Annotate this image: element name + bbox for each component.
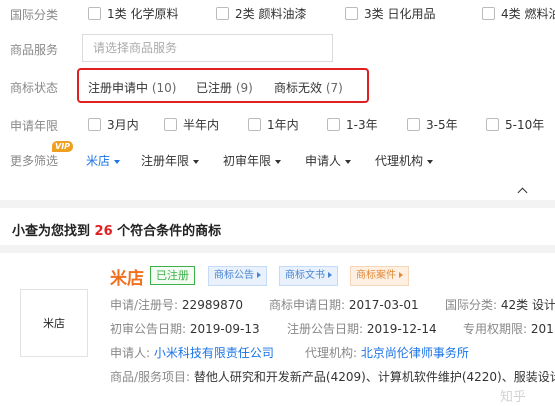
intl-class: 国际分类: 42类 设计: [445, 298, 555, 312]
years-option-3-5y[interactable]: 3-5年: [407, 116, 458, 133]
checkbox[interactable]: [216, 7, 229, 20]
exclusive-period: 专用权期限: 201: [463, 322, 554, 336]
agency-link[interactable]: 北京尚伦律师事务所: [361, 346, 469, 360]
reg-number: 申请/注册号: 22989870: [110, 298, 243, 312]
checkbox[interactable]: [407, 118, 420, 131]
section-divider: [0, 200, 555, 208]
caret-down-icon: [114, 159, 121, 164]
years-option-3m[interactable]: 3月内: [88, 116, 139, 133]
caret-down-icon: [345, 159, 352, 164]
years-option-5-10y[interactable]: 5-10年: [486, 116, 544, 133]
vip-badge: VIP: [52, 141, 74, 152]
dropdown-prelim-years[interactable]: 初审年限: [223, 152, 282, 169]
dropdown-reg-years[interactable]: 注册年限: [141, 152, 200, 169]
years-option-1-3y[interactable]: 1-3年: [327, 116, 378, 133]
checkbox[interactable]: [248, 118, 261, 131]
trademark-name[interactable]: 米店: [110, 264, 144, 289]
more-filters-label: 更多筛选: [10, 154, 59, 168]
years-option-6m[interactable]: 半年内: [164, 116, 219, 133]
caret-down-icon: [193, 159, 200, 164]
checkbox[interactable]: [88, 7, 101, 20]
section-divider: [0, 245, 555, 253]
checkbox[interactable]: [345, 7, 358, 20]
arrow-right-icon: [328, 272, 332, 278]
checkbox[interactable]: [327, 118, 340, 131]
arrow-right-icon: [257, 272, 261, 278]
tag-cases[interactable]: 商标案件: [350, 266, 409, 286]
agency: 代理机构: 北京尚伦律师事务所: [305, 346, 469, 360]
tag-documents[interactable]: 商标文书: [279, 266, 338, 286]
checkbox[interactable]: [482, 7, 495, 20]
results-summary: 小查为您找到 26 个符合条件的商标: [12, 224, 222, 239]
watermark: 知乎: [500, 390, 527, 405]
dropdown-shop[interactable]: 米店: [86, 152, 121, 169]
trademark-logo[interactable]: 米店: [20, 289, 88, 357]
checkbox[interactable]: [486, 118, 499, 131]
years-label: 申请年限: [10, 119, 59, 133]
collapse-chevron-icon[interactable]: [517, 187, 528, 198]
applicant-link[interactable]: 小米科技有限责任公司: [154, 346, 274, 360]
status-badge: 已注册: [150, 266, 195, 285]
status-label: 商标状态: [10, 81, 59, 95]
status-option-registered[interactable]: 已注册 (9): [196, 79, 253, 96]
service-label: 商品服务: [10, 43, 59, 57]
caret-down-icon: [427, 159, 434, 164]
category-option-2[interactable]: 2类 颜料油漆: [216, 5, 306, 22]
category-option-3[interactable]: 3类 日化用品: [345, 5, 435, 22]
tag-announcement[interactable]: 商标公告: [208, 266, 267, 286]
service-select[interactable]: 请选择商品服务: [82, 34, 333, 62]
dropdown-agency[interactable]: 代理机构: [375, 152, 434, 169]
dropdown-applicant[interactable]: 申请人: [305, 152, 352, 169]
status-option-invalid[interactable]: 商标无效 (7): [274, 79, 343, 96]
category-option-4[interactable]: 4类 燃料油: [482, 5, 555, 22]
category-option-1[interactable]: 1类 化学原料: [88, 5, 178, 22]
category-label: 国际分类: [10, 8, 59, 22]
status-option-applying[interactable]: 注册申请中 (10): [88, 79, 176, 96]
arrow-right-icon: [399, 272, 403, 278]
checkbox[interactable]: [88, 118, 101, 131]
checkbox[interactable]: [164, 118, 177, 131]
reg-date: 注册公告日期: 2019-12-14: [287, 322, 437, 336]
apply-date: 商标申请日期: 2017-03-01: [269, 298, 419, 312]
goods-services: 商品/服务项目: 替他人研究和开发新产品(4209)、计算机软件维护(4220)…: [110, 370, 555, 384]
caret-down-icon: [275, 159, 282, 164]
prelim-date: 初审公告日期: 2019-09-13: [110, 322, 260, 336]
applicant: 申请人: 小米科技有限责任公司: [110, 346, 274, 360]
years-option-1y[interactable]: 1年内: [248, 116, 299, 133]
